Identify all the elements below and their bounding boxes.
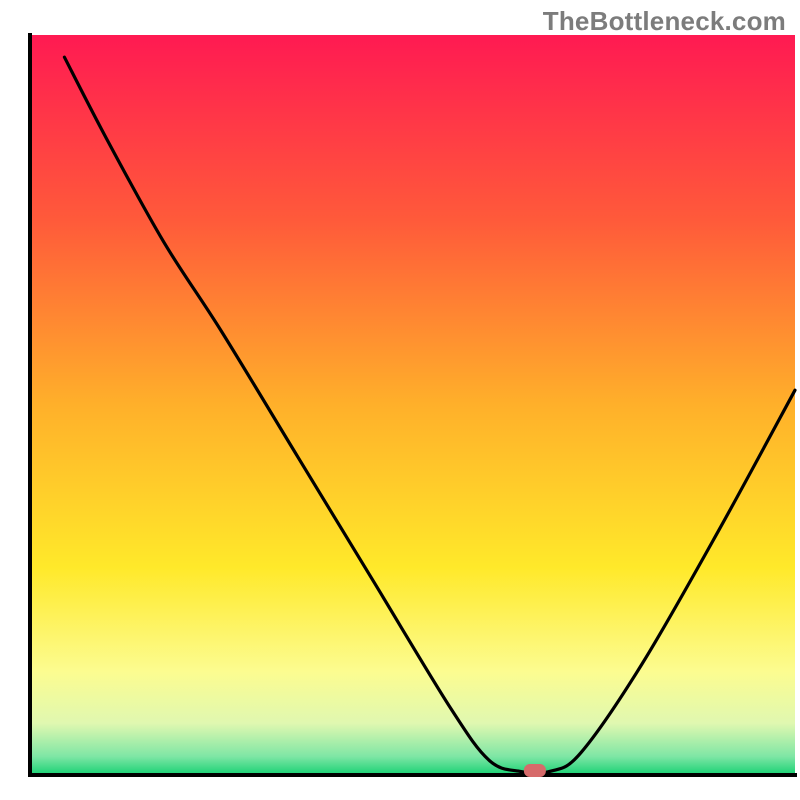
optimal-marker	[524, 764, 546, 777]
chart-frame: TheBottleneck.com	[0, 0, 800, 800]
watermark-text: TheBottleneck.com	[543, 6, 786, 37]
plot-background	[30, 35, 795, 775]
bottleneck-chart	[0, 0, 800, 800]
